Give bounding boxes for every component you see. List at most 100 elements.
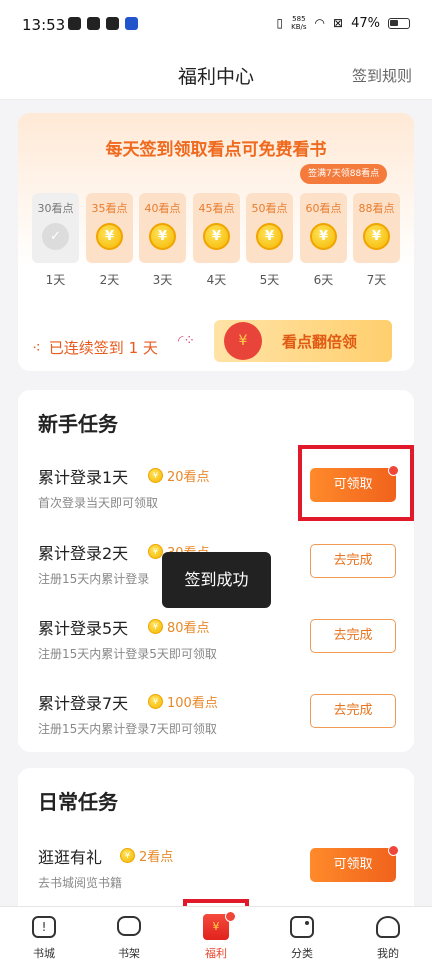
checkmark-icon: ✓ xyxy=(42,223,69,250)
bonus-tag: 签满7天领88看点 xyxy=(300,164,388,184)
wifi-icon: ◠ xyxy=(314,16,326,30)
coin-icon: ¥ xyxy=(256,223,283,250)
task-row: 累计登录7天 ¥ 100看点 注册15天内累计登录7天即可领取 去完成 xyxy=(18,690,414,760)
coin-icon: ¥ xyxy=(148,694,163,709)
book-icon xyxy=(32,916,56,938)
status-time: 13:53 xyxy=(22,16,66,34)
checkin-day-5[interactable]: 50看点 ¥ xyxy=(246,193,293,263)
day-label: 4天 xyxy=(206,273,227,287)
coin-icon: ¥ xyxy=(120,848,135,863)
task-reward: ¥ 2看点 xyxy=(120,846,173,865)
checkin-day-4[interactable]: 45看点 ¥ xyxy=(193,193,240,263)
net-speed-unit: KB/s xyxy=(291,23,307,31)
tab-welfare[interactable]: ¥ 福利 xyxy=(186,907,246,964)
checkin-title: 每天签到领取看点可免费看书 xyxy=(105,140,327,160)
task-reward: ¥ 80看点 xyxy=(148,617,210,636)
checkin-card: 每天签到领取看点可免费看书 签满7天领88看点 30看点 ✓ 35看点 ¥ 40… xyxy=(18,113,414,371)
daily-tasks-card: 日常任务 逛逛有礼 ¥ 2看点 去书城阅览书籍 可领取 xyxy=(18,768,414,918)
coin-icon: ¥ xyxy=(96,223,123,250)
task-desc: 注册15天内累计登录 xyxy=(38,572,150,586)
day-points: 45看点 xyxy=(198,202,235,215)
day-points: 30看点 xyxy=(37,202,74,215)
checkin-day-7[interactable]: 88看点 ¥ xyxy=(353,193,400,263)
checkin-day-6[interactable]: 60看点 ¥ xyxy=(300,193,347,263)
toast: 签到成功 xyxy=(162,552,271,608)
day-points: 50看点 xyxy=(251,202,288,215)
tab-label: 我的 xyxy=(377,947,399,960)
coin-icon: ¥ xyxy=(148,468,163,483)
tiktok-icon xyxy=(68,17,81,30)
store-icon xyxy=(106,17,119,30)
day-label: 1天 xyxy=(45,273,66,287)
go-complete-button[interactable]: 去完成 xyxy=(310,694,396,728)
task-name: 逛逛有礼 xyxy=(38,848,103,867)
section-title: 新手任务 xyxy=(38,412,118,436)
day-label: 3天 xyxy=(152,273,173,287)
checkin-day-3[interactable]: 40看点 ¥ xyxy=(139,193,186,263)
network-speed: 585 KB/s xyxy=(291,15,306,31)
double-points-label: 看点翻倍领 xyxy=(282,333,358,351)
tab-bookstore[interactable]: 书城 xyxy=(14,907,74,964)
sim-icon: ⊠ xyxy=(333,16,344,30)
notification-dot xyxy=(388,845,399,856)
tab-bar: 书城 书架 ¥ 福利 分类 我的 xyxy=(0,906,432,964)
day-label: 5天 xyxy=(259,273,280,287)
task-name: 累计登录7天 xyxy=(38,694,129,713)
checkin-day-1: 30看点 ✓ xyxy=(32,193,79,263)
header: 福利中心 签到规则 xyxy=(0,50,432,100)
day-points: 40看点 xyxy=(144,202,181,215)
battery-icon xyxy=(388,17,410,29)
status-bar: 13:53 ▯ 585 KB/s ◠ ⊠ 47% xyxy=(0,0,432,50)
tab-label: 分类 xyxy=(291,947,313,960)
category-icon xyxy=(290,916,314,938)
task-desc: 去书城阅览书籍 xyxy=(38,876,123,890)
claim-button[interactable]: 可领取 xyxy=(310,845,399,882)
day-label: 6天 xyxy=(313,273,334,287)
coin-icon: ¥ xyxy=(148,544,163,559)
task-desc: 首次登录当天即可领取 xyxy=(38,496,159,510)
day-label: 2天 xyxy=(99,273,120,287)
task-reward: ¥ 100看点 xyxy=(148,692,218,711)
day-points: 60看点 xyxy=(305,202,342,215)
task-desc: 注册15天内累计登录5天即可领取 xyxy=(38,647,217,661)
reward-text: 2看点 xyxy=(139,850,174,865)
go-complete-button[interactable]: 去完成 xyxy=(310,544,396,578)
coin-icon: ¥ xyxy=(203,223,230,250)
bookshelf-icon xyxy=(117,916,141,936)
bank-icon xyxy=(125,17,138,30)
task-desc: 注册15天内累计登录7天即可领取 xyxy=(38,722,217,736)
battery-percent: 47% xyxy=(351,15,380,31)
app-icon xyxy=(87,17,100,30)
section-title: 日常任务 xyxy=(38,790,118,814)
day-points: 88看点 xyxy=(358,202,395,215)
double-points-button[interactable]: ¥ 看点翻倍领 xyxy=(214,320,392,362)
task-name: 累计登录5天 xyxy=(38,619,129,638)
sparkle-icon: ◜⁘ xyxy=(178,333,196,349)
checkin-day-2[interactable]: 35看点 ¥ xyxy=(86,193,133,263)
notification-icons xyxy=(68,17,138,30)
tab-profile[interactable]: 我的 xyxy=(358,907,418,964)
profile-icon xyxy=(376,916,400,938)
tab-label: 福利 xyxy=(205,947,227,960)
tab-category[interactable]: 分类 xyxy=(272,907,332,964)
task-name: 累计登录1天 xyxy=(38,468,129,487)
sparkle-icon: ⁖ xyxy=(32,338,41,357)
highlight-box xyxy=(298,445,414,521)
streak-text: 已连续签到 1 天 xyxy=(48,339,158,357)
tab-bookshelf[interactable]: 书架 xyxy=(99,907,159,964)
claim-label: 可领取 xyxy=(333,857,373,872)
task-reward: ¥ 20看点 xyxy=(148,466,210,485)
reward-text: 80看点 xyxy=(167,621,210,636)
task-name: 累计登录2天 xyxy=(38,544,129,563)
coin-icon: ¥ xyxy=(363,223,390,250)
red-envelope-icon: ¥ xyxy=(224,322,262,360)
coin-icon: ¥ xyxy=(149,223,176,250)
checkin-rules-link[interactable]: 签到规则 xyxy=(352,65,412,86)
status-right: ▯ 585 KB/s ◠ ⊠ 47% xyxy=(277,15,410,31)
tab-label: 书架 xyxy=(118,947,140,960)
task-row: 累计登录5天 ¥ 80看点 注册15天内累计登录5天即可领取 去完成 xyxy=(18,615,414,685)
reward-text: 100看点 xyxy=(167,696,218,711)
tab-label: 书城 xyxy=(33,947,55,960)
go-complete-button[interactable]: 去完成 xyxy=(310,619,396,653)
reward-text: 20看点 xyxy=(167,470,210,485)
